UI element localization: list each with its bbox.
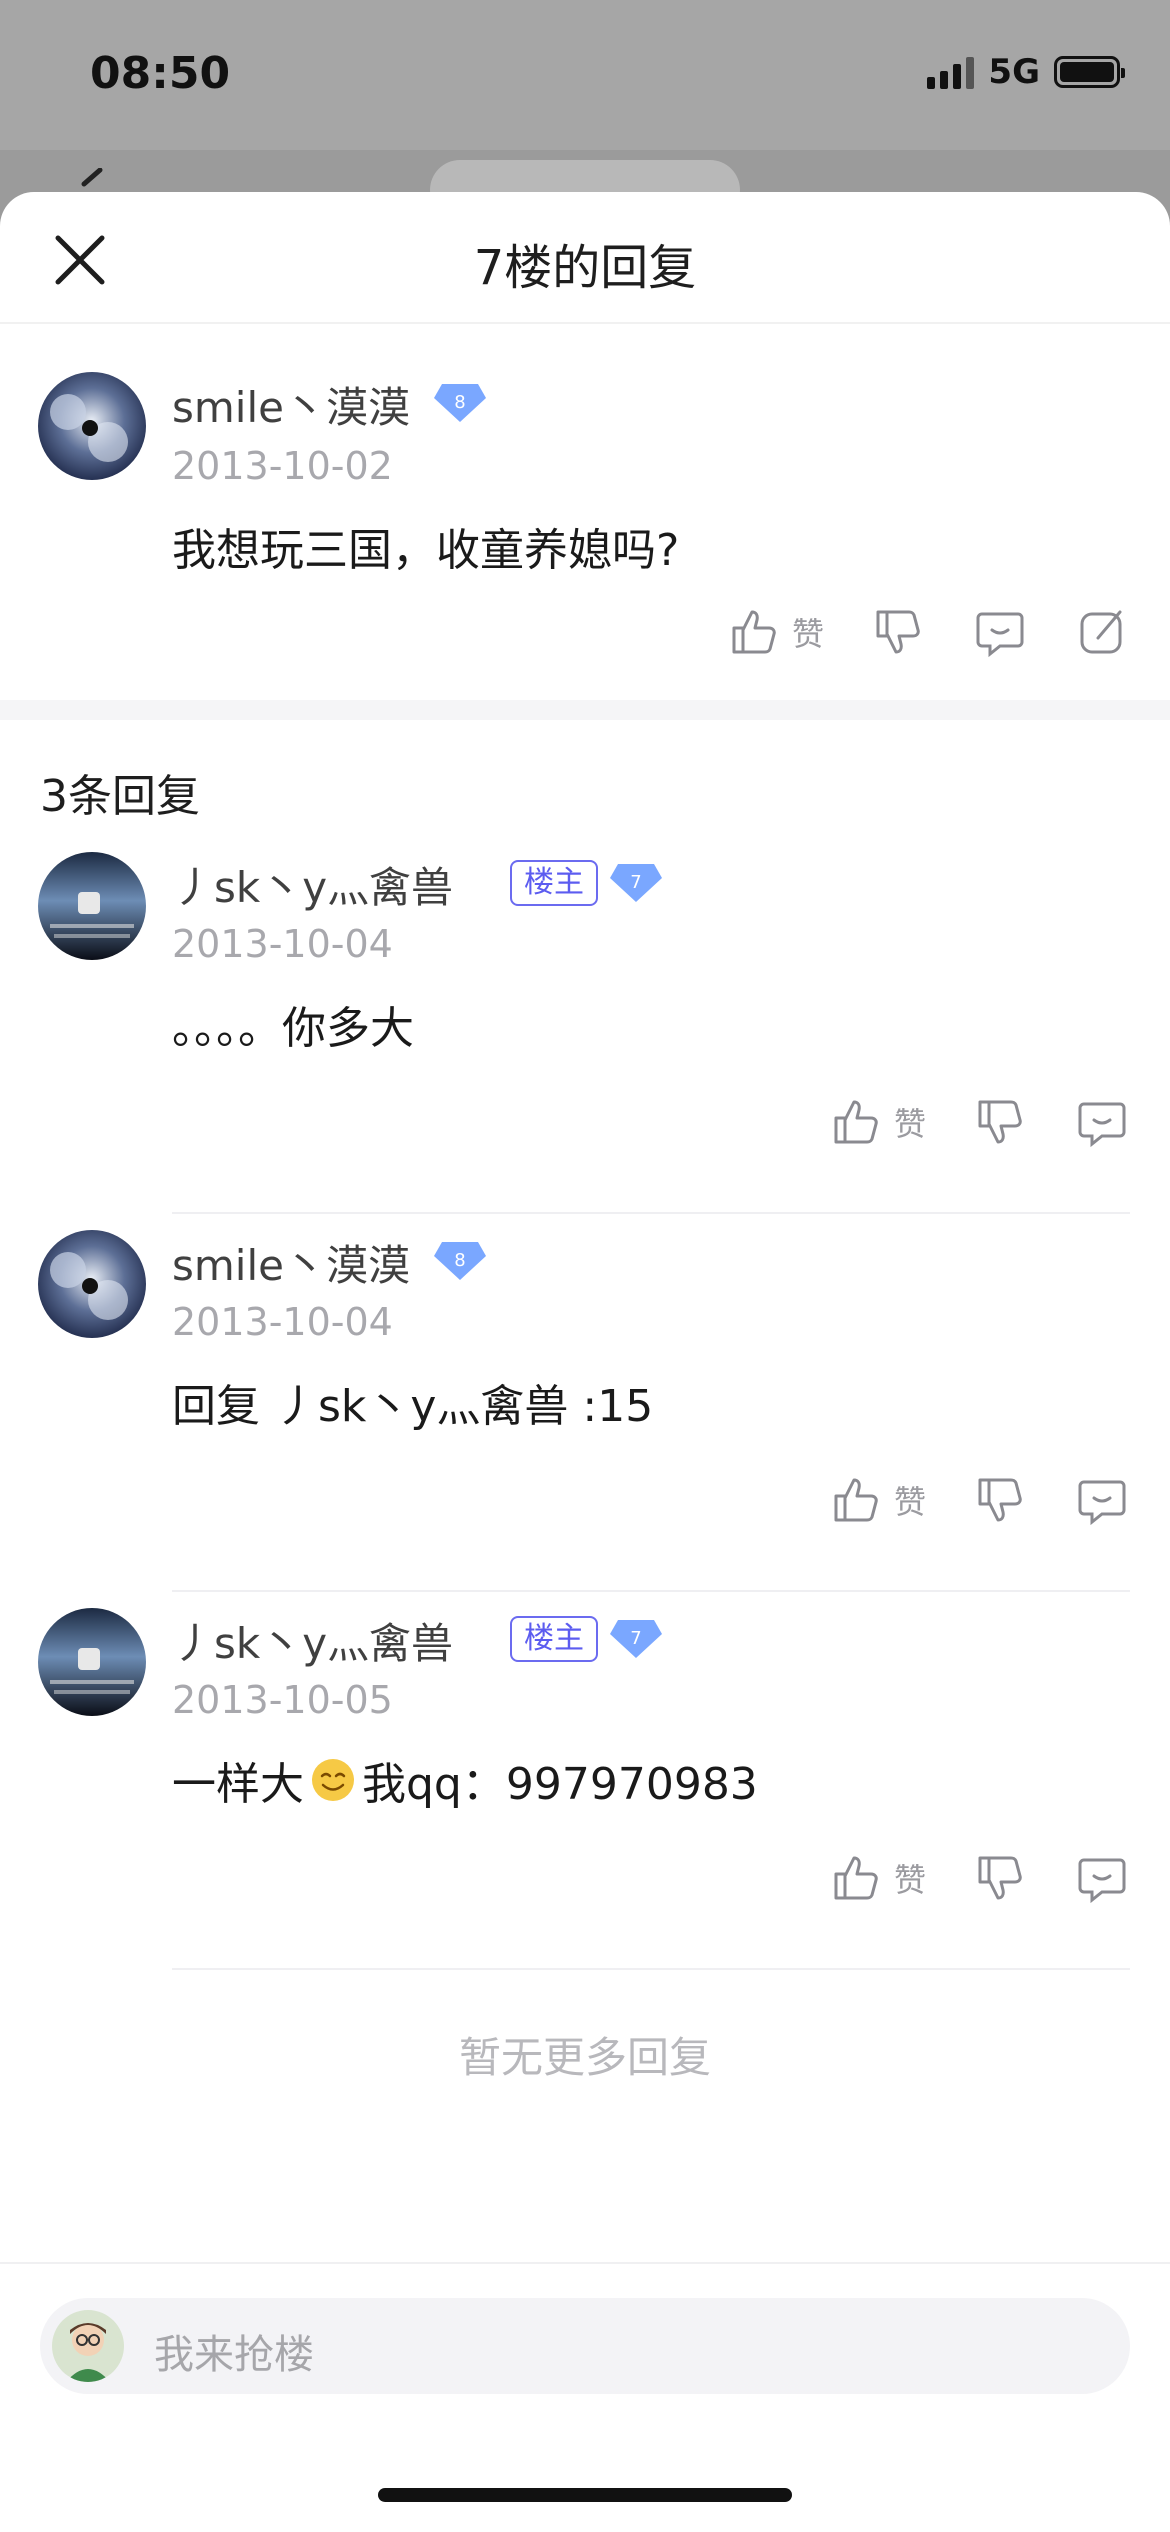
dislike-button[interactable]	[974, 1852, 1026, 1904]
svg-text:7: 7	[630, 1628, 641, 1649]
svg-text:8: 8	[454, 1250, 465, 1271]
thumbs-down-icon	[978, 1478, 1022, 1522]
reply-date: 2013-10-04	[172, 1300, 393, 1344]
user-name[interactable]: smile丶漠漠	[172, 374, 410, 435]
reply-date: 2013-10-04	[172, 922, 393, 966]
dislike-button[interactable]	[872, 606, 924, 658]
avatar[interactable]	[38, 852, 146, 960]
thumbs-up-icon	[732, 610, 776, 654]
reply-text: 一样大 我qq：997970983	[172, 1748, 758, 1812]
level-badge-icon: 7	[610, 864, 662, 902]
svg-text:7: 7	[630, 872, 641, 893]
post-date: 2013-10-02	[172, 444, 393, 488]
comment-button[interactable]	[974, 606, 1026, 658]
reply-date: 2013-10-05	[172, 1678, 393, 1722]
emoji-smile-icon	[312, 1759, 354, 1801]
reply-input[interactable]: 我来抢楼	[40, 2298, 1130, 2394]
edit-icon	[1080, 610, 1122, 654]
section-divider	[0, 700, 1170, 720]
thumbs-up-icon	[834, 1100, 878, 1144]
battery-icon	[1054, 56, 1125, 88]
level-badge-icon: 8	[434, 1242, 486, 1280]
like-button[interactable]: 赞	[830, 1474, 926, 1526]
svg-text:8: 8	[454, 392, 465, 413]
owner-tag: 楼主	[510, 860, 598, 906]
thumbs-down-icon	[978, 1856, 1022, 1900]
avatar[interactable]	[38, 372, 146, 480]
owner-tag: 楼主	[510, 1616, 598, 1662]
like-label: 赞	[792, 615, 825, 653]
reply-separator	[172, 1968, 1130, 1970]
comment-button[interactable]	[1076, 1474, 1128, 1526]
network-label: 5G	[988, 52, 1040, 92]
reply-text: 。。。。你多大	[172, 1003, 414, 1054]
reply-text-before: 一样大	[172, 1759, 304, 1810]
comment-button[interactable]	[1076, 1852, 1128, 1904]
replies-header: 3条回复	[0, 720, 1170, 836]
thumbs-down-icon	[978, 1100, 1022, 1144]
avatar[interactable]	[38, 1608, 146, 1716]
user-name[interactable]: smile丶漠漠	[172, 1232, 410, 1293]
reply-item: 丿sk丶y灬禽兽 楼主 7 2013-10-05 一样大 我qq：9979709…	[0, 1592, 1170, 1970]
reply-item: smile丶漠漠 8 2013-10-04 回复 丿sk丶y灬禽兽 :15 赞	[0, 1214, 1170, 1592]
replies-count-label: 3条回复	[40, 771, 200, 822]
reply-item: 丿sk丶y灬禽兽 楼主 7 2013-10-04 。。。。你多大 赞	[0, 836, 1170, 1214]
sheet-header: 7楼的回复	[0, 192, 1170, 324]
like-button[interactable]: 赞	[728, 606, 824, 658]
status-time: 08:50	[90, 48, 231, 99]
sheet-title: 7楼的回复	[473, 240, 697, 296]
comment-button[interactable]	[1076, 1096, 1128, 1148]
signal-icon	[927, 55, 975, 89]
user-name[interactable]: 丿sk丶y灬禽兽	[172, 1610, 453, 1671]
main-post: smile丶漠漠 8 2013-10-02 我想玩三国，收童养媳吗? 赞	[0, 324, 1170, 700]
thumbs-up-icon	[834, 1478, 878, 1522]
status-bar: 08:50 5G	[0, 0, 1170, 150]
edit-button[interactable]	[1076, 606, 1128, 658]
like-button[interactable]: 赞	[830, 1852, 926, 1904]
like-label: 赞	[894, 1483, 927, 1521]
status-indicators: 5G	[927, 52, 1125, 92]
thumbs-down-icon	[876, 610, 920, 654]
avatar	[52, 2310, 124, 2382]
thumbs-up-icon	[834, 1856, 878, 1900]
user-name[interactable]: 丿sk丶y灬禽兽	[172, 854, 453, 915]
like-label: 赞	[894, 1861, 927, 1899]
no-more-replies: 暂无更多回复	[458, 2033, 711, 2082]
dislike-button[interactable]	[974, 1096, 1026, 1148]
reply-text: 回复 丿sk丶y灬禽兽 :15	[172, 1381, 654, 1432]
like-button[interactable]: 赞	[830, 1096, 926, 1148]
comment-icon	[1078, 1858, 1126, 1904]
post-text: 我想玩三国，收童养媳吗?	[172, 525, 680, 576]
reply-sheet: 7楼的回复 smile丶漠漠 8 2013-10-02 我想玩三国，收童养媳吗?…	[0, 192, 1170, 2532]
level-badge-icon: 7	[610, 1620, 662, 1658]
avatar[interactable]	[38, 1230, 146, 1338]
dislike-button[interactable]	[974, 1474, 1026, 1526]
composer-placeholder: 我来抢楼	[154, 2332, 314, 2378]
comment-icon	[1078, 1102, 1126, 1148]
like-label: 赞	[894, 1105, 927, 1143]
comment-icon	[976, 612, 1024, 658]
home-indicator	[378, 2488, 792, 2502]
level-badge-icon: 8	[434, 384, 486, 422]
comment-icon	[1078, 1480, 1126, 1526]
reply-text-after: 我qq：997970983	[362, 1759, 758, 1810]
